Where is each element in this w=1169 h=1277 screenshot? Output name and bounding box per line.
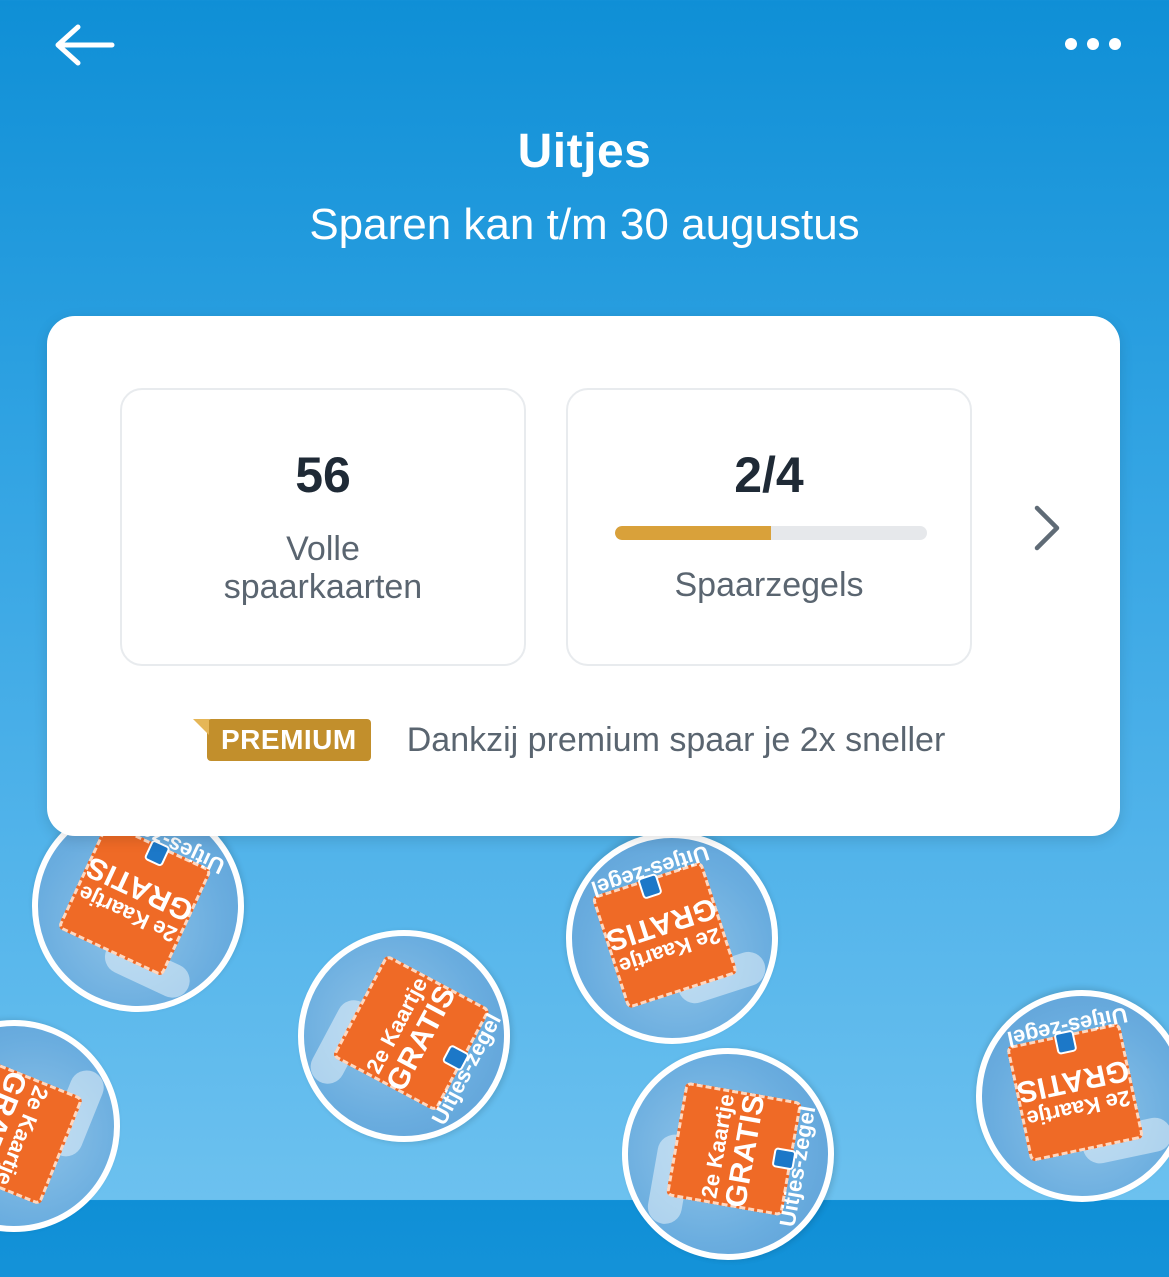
- full-cards-label: Volle spaarkaarten: [223, 530, 423, 606]
- more-options-button[interactable]: [1057, 22, 1129, 66]
- stamps-progress-fill: [615, 526, 771, 540]
- premium-info: PREMIUM Dankzij premium spaar je 2x snel…: [193, 714, 945, 766]
- premium-badge: PREMIUM: [207, 719, 371, 761]
- stamp-graphic: 2e Kaartje GRATIS Uitjes-zegel: [605, 1031, 851, 1277]
- arrow-left-icon: [55, 24, 115, 66]
- stamp-graphic: 2e Kaartje GRATIS Uitjes-zegel: [0, 988, 152, 1264]
- stamps-label: Spaarzegels: [674, 566, 864, 604]
- stamp-graphic: 2e Kaartje GRATIS Uitjes-zegel: [956, 970, 1169, 1222]
- stamp-graphic: 2e Kaartje GRATIS Uitjes-zegel: [538, 804, 806, 1072]
- stamp-graphic: 2e Kaartje GRATIS Uitjes-zegel: [260, 892, 548, 1180]
- back-button[interactable]: [48, 20, 120, 70]
- stamps-count: 2/4: [734, 447, 804, 503]
- savings-card[interactable]: 56 Volle spaarkaarten 2/4 Spaarzegels PR…: [47, 316, 1120, 836]
- more-horizontal-icon: [1065, 38, 1121, 50]
- page-subtitle: Sparen kan t/m 30 augustus: [309, 200, 860, 249]
- full-cards-tile[interactable]: 56 Volle spaarkaarten: [120, 388, 526, 666]
- premium-text: Dankzij premium spaar je 2x sneller: [406, 720, 946, 759]
- stamps-progress-bar: [615, 526, 927, 540]
- full-cards-count: 56: [295, 447, 351, 503]
- chevron-right-icon: [1034, 505, 1060, 551]
- page-title: Uitjes: [517, 125, 652, 178]
- card-details-button[interactable]: [1025, 500, 1069, 556]
- stamps-tile[interactable]: 2/4 Spaarzegels: [566, 388, 972, 666]
